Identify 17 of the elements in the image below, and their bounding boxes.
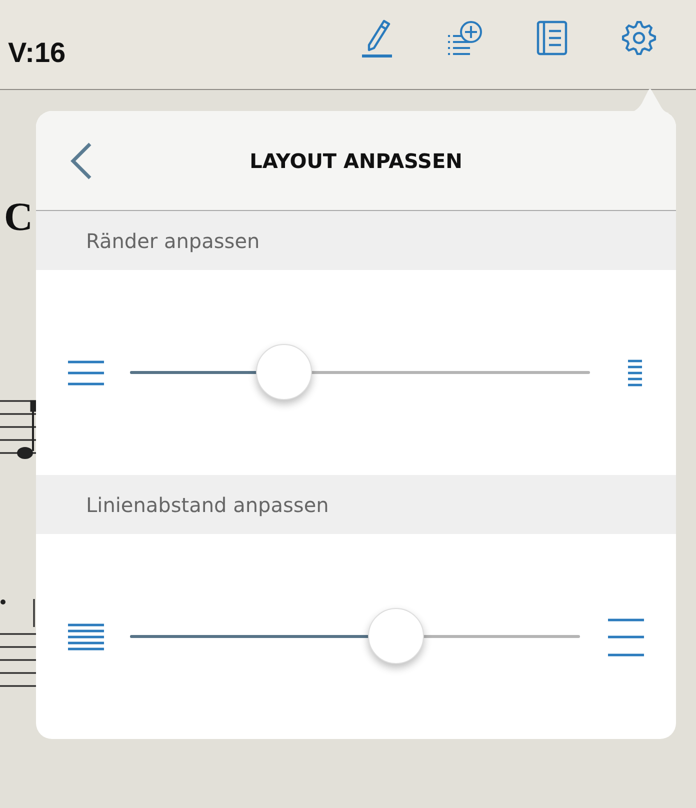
settings-icon[interactable]	[620, 18, 658, 56]
slider-thumb[interactable]	[256, 344, 312, 400]
book-icon[interactable]	[536, 20, 568, 56]
back-button[interactable]	[68, 141, 94, 181]
version-label: V:16	[8, 36, 66, 68]
add-list-icon[interactable]	[446, 20, 484, 56]
section-title: Ränder anpassen	[86, 228, 260, 252]
score-title: C	[4, 195, 33, 239]
wide-lines-icon	[68, 359, 104, 386]
slider-thumb[interactable]	[368, 608, 424, 664]
staff-drawing	[0, 399, 36, 461]
spaced-lines-icon	[608, 616, 644, 656]
narrow-lines-icon	[628, 358, 642, 387]
pencil-icon[interactable]	[360, 18, 394, 58]
popover-title: LAYOUT ANPASSEN	[248, 148, 464, 172]
dense-lines-icon	[68, 622, 104, 651]
section-title: Linienabstand anpassen	[86, 492, 329, 516]
